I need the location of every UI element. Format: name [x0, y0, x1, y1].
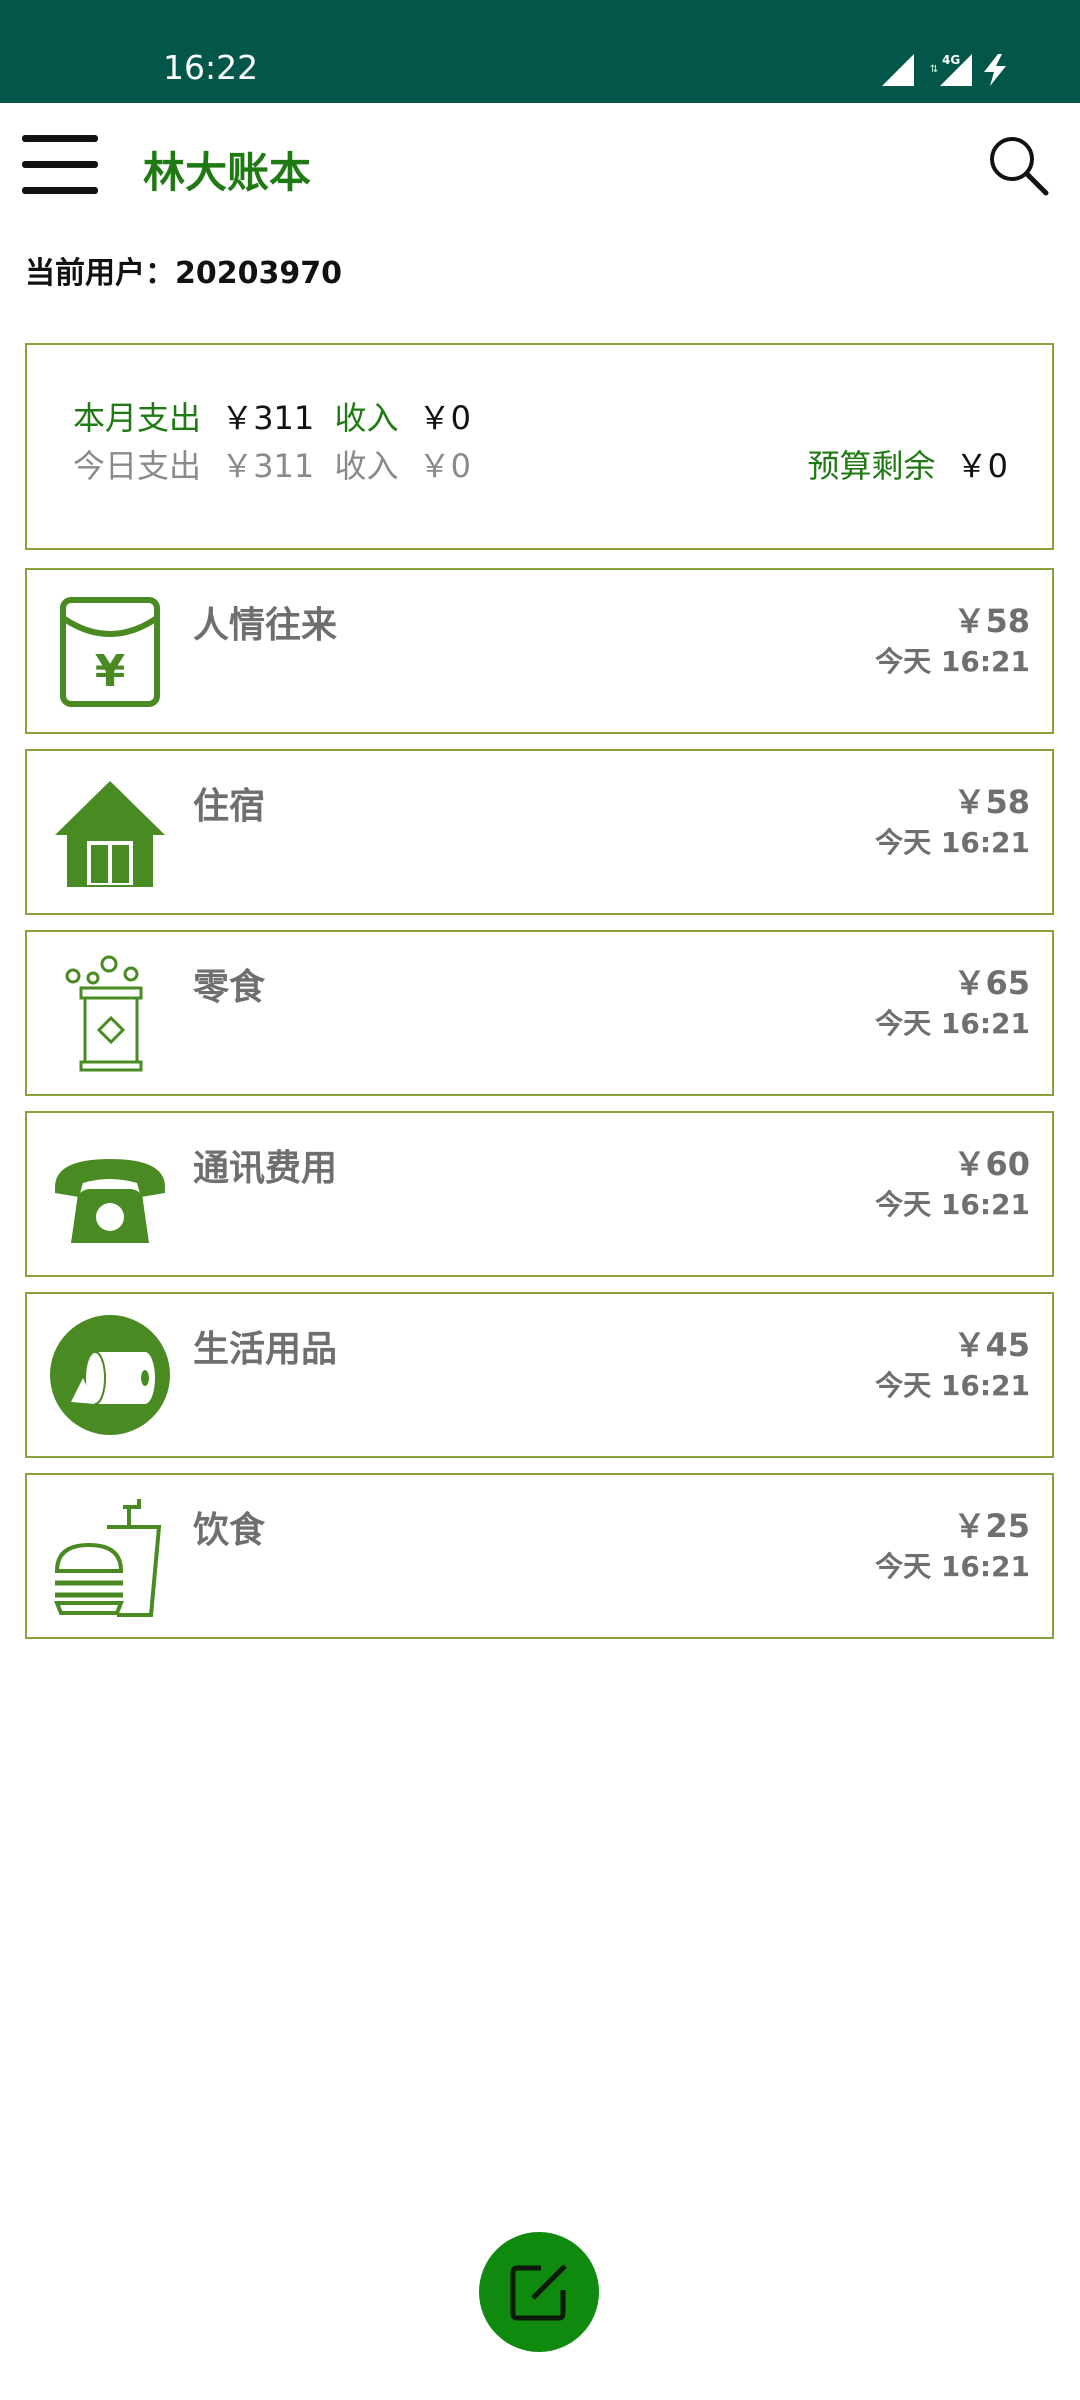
budget-label: 预算剩余 — [807, 447, 936, 485]
svg-text:⇅: ⇅ — [930, 64, 938, 75]
day-income-value: ￥0 — [418, 447, 472, 485]
month-income-value: ￥0 — [418, 399, 472, 437]
month-summary: 本月支出 ￥311 收入 ￥0 — [73, 393, 471, 439]
red-envelope-icon: ¥ — [47, 588, 173, 714]
app-title: 林大账本 — [143, 148, 312, 197]
summary-card: 本月支出 ￥311 收入 ￥0 今日支出 ￥311 收入 ￥0 预算剩余 ￥0 — [25, 343, 1054, 550]
day-income-label: 收入 — [334, 447, 399, 485]
svg-text:4G: 4G — [942, 53, 960, 67]
day-expense-label: 今日支出 — [73, 447, 202, 485]
current-user-id: 20203970 — [175, 256, 342, 291]
day-summary: 今日支出 ￥311 收入 ￥0 — [73, 441, 471, 487]
record-item[interactable]: 饮食 ￥25 今天 16:21 — [25, 1473, 1054, 1639]
status-bar: 16:22 ⇅ 4G — [0, 0, 1080, 103]
record-amount: ￥58 — [953, 783, 1030, 821]
record-time: 今天 16:21 — [875, 645, 1030, 678]
record-amount: ￥65 — [953, 964, 1030, 1002]
budget-value: ￥0 — [955, 447, 1008, 485]
battery-charging-icon — [984, 54, 1006, 86]
record-time: 今天 16:21 — [875, 1188, 1030, 1221]
month-income-label: 收入 — [334, 399, 399, 437]
search-icon — [990, 137, 1049, 196]
month-expense-label: 本月支出 — [73, 399, 202, 437]
record-item[interactable]: 生活用品 ￥45 今天 16:21 — [25, 1292, 1054, 1458]
record-time: 今天 16:21 — [875, 826, 1030, 859]
app-bar: 林大账本 — [0, 103, 1080, 223]
current-user-label: 当前用户： — [25, 256, 175, 291]
hamburger-icon — [22, 135, 98, 194]
record-category: 生活用品 — [193, 1329, 338, 1370]
record-time: 今天 16:21 — [875, 1007, 1030, 1040]
record-time: 今天 16:21 — [875, 1550, 1030, 1583]
burger-drink-icon — [47, 1493, 173, 1619]
signal-icon — [882, 54, 914, 86]
edit-icon — [510, 2264, 567, 2321]
budget-remaining: 预算剩余 ￥0 — [807, 441, 1008, 487]
record-amount: ￥45 — [953, 1326, 1030, 1364]
record-category: 通讯费用 — [193, 1148, 338, 1189]
svg-text:¥: ¥ — [95, 646, 126, 697]
record-amount: ￥58 — [953, 602, 1030, 640]
record-category: 零食 — [193, 967, 266, 1008]
record-category: 饮食 — [193, 1510, 266, 1551]
record-item[interactable]: 住宿 ￥58 今天 16:21 — [25, 749, 1054, 915]
record-category: 住宿 — [193, 786, 266, 827]
status-time: 16:22 — [163, 48, 259, 87]
record-amount: ￥60 — [953, 1145, 1030, 1183]
add-record-button[interactable] — [479, 2232, 599, 2352]
status-icons: ⇅ 4G — [880, 50, 1020, 90]
record-amount: ￥25 — [953, 1507, 1030, 1545]
record-time: 今天 16:21 — [875, 1369, 1030, 1402]
record-item[interactable]: ¥ 人情往来 ￥58 今天 16:21 — [25, 568, 1054, 734]
search-button[interactable] — [986, 133, 1050, 197]
telephone-icon — [47, 1131, 173, 1257]
house-icon — [47, 769, 173, 895]
record-item[interactable]: 通讯费用 ￥60 今天 16:21 — [25, 1111, 1054, 1277]
month-expense-value: ￥311 — [221, 399, 315, 437]
record-category: 人情往来 — [193, 605, 338, 646]
toilet-paper-icon — [47, 1312, 173, 1438]
menu-button[interactable] — [22, 133, 98, 195]
day-expense-value: ￥311 — [221, 447, 315, 485]
record-item[interactable]: 零食 ￥65 今天 16:21 — [25, 930, 1054, 1096]
snack-jar-icon — [47, 950, 173, 1076]
current-user: 当前用户：20203970 — [25, 248, 342, 292]
network-signal-icon: ⇅ 4G — [930, 53, 972, 86]
